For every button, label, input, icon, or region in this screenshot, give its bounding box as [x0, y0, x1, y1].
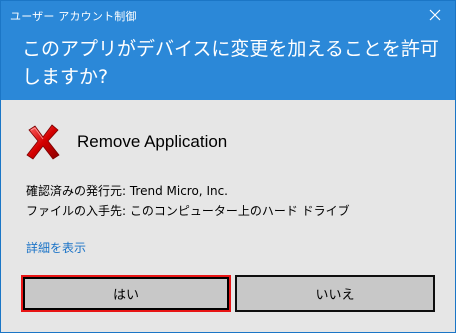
dialog-header: ユーザー アカウント制御 このアプリがデバイスに変更を加えることを許可しますか? [1, 1, 455, 100]
no-button-label: いいえ [315, 288, 355, 303]
show-details-link[interactable]: 詳細を表示 [26, 239, 86, 256]
close-button[interactable] [417, 1, 453, 29]
red-x-icon [26, 124, 60, 160]
dialog-question: このアプリがデバイスに変更を加えることを許可しますか? [22, 38, 439, 88]
window-title: ユーザー アカウント制御 [10, 10, 137, 23]
app-info: Remove Application [23, 121, 227, 163]
publisher-line: 確認済みの発行元: Trend Micro, Inc. [26, 184, 228, 198]
file-origin-line: ファイルの入手先: このコンピューター上のハード ドライブ [26, 204, 350, 218]
uac-dialog: ユーザー アカウント制御 このアプリがデバイスに変更を加えることを許可しますか?… [0, 0, 456, 333]
app-details: 確認済みの発行元: Trend Micro, Inc. ファイルの入手先: この… [26, 181, 350, 221]
yes-button[interactable]: はい [21, 275, 231, 312]
yes-button-label: はい [112, 288, 139, 303]
app-name: Remove Application [77, 132, 228, 151]
no-button[interactable]: いいえ [235, 275, 435, 312]
close-icon [429, 9, 441, 21]
